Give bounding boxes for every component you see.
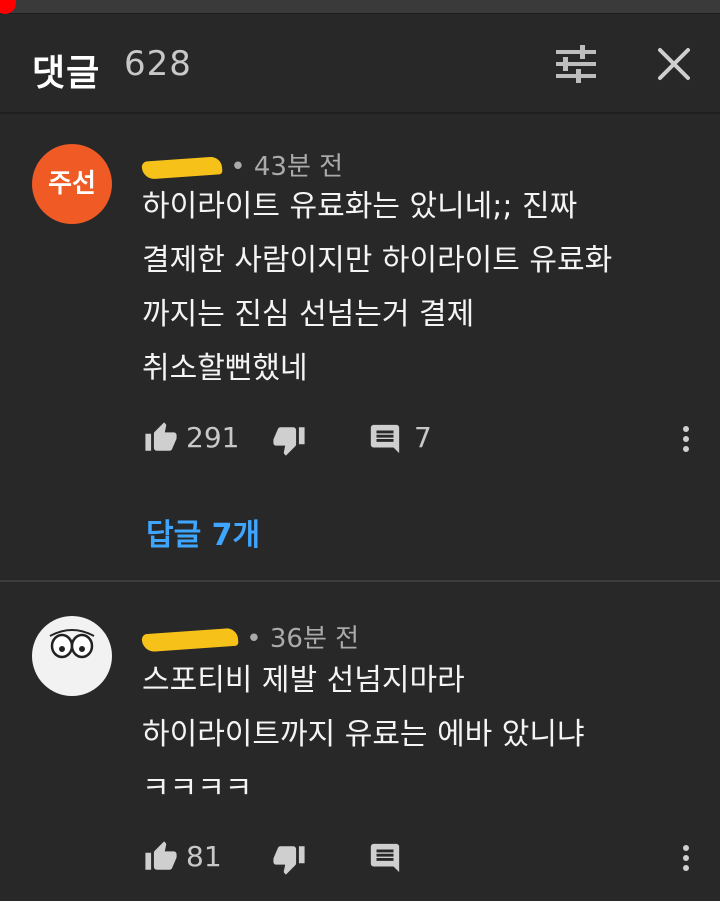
comment-actions: 291 7 — [140, 419, 700, 459]
reply-button[interactable] — [368, 838, 448, 878]
meta-separator: • — [230, 152, 254, 182]
like-button[interactable]: 291 — [140, 419, 240, 459]
author-name-redacted[interactable] — [141, 155, 223, 180]
header-title: 댓글 — [32, 53, 101, 94]
more-vert-icon — [683, 845, 689, 871]
like-count: 81 — [186, 840, 222, 873]
avatar[interactable] — [32, 616, 112, 696]
reply-button[interactable]: 7 — [368, 419, 448, 459]
more-options-button[interactable] — [676, 838, 696, 878]
comment-icon — [370, 424, 400, 454]
comment-icon — [370, 843, 400, 873]
view-replies-link[interactable]: 답글 7개 — [146, 510, 260, 554]
comment-body: 하이라이트 유료화는 았니네;; 진짜 결제한 사람이지만 하이라이트 유료화 … — [142, 189, 613, 386]
comment-item: • 36분 전 스포티비 제발 선넘지마라 하이라이트까지 유료는 에바 았니냐… — [0, 582, 720, 901]
more-options-button[interactable] — [676, 419, 696, 459]
video-player-strip — [0, 0, 720, 14]
more-vert-icon — [683, 426, 689, 452]
close-button[interactable] — [652, 42, 696, 86]
comment-meta: • 36분 전 — [141, 618, 360, 654]
comment-count: 628 — [124, 44, 192, 84]
author-name-redacted[interactable] — [141, 627, 239, 652]
progress-indicator[interactable] — [0, 0, 16, 14]
dislike-button[interactable] — [272, 838, 312, 878]
dislike-button[interactable] — [272, 419, 312, 459]
comment-body: 스포티비 제발 선넘지마라 하이라이트까지 유료는 에바 았니냐 ㅋㅋㅋㅋ — [142, 663, 585, 806]
comment-time: 43분 전 — [253, 152, 344, 182]
thumbs-down-icon — [273, 846, 305, 875]
meta-separator: • — [246, 624, 270, 654]
thumbs-up-icon — [145, 422, 177, 451]
sort-filter-button[interactable] — [554, 44, 598, 84]
thumbs-down-icon — [273, 427, 305, 456]
like-count: 291 — [186, 421, 240, 454]
comment-actions: 81 — [140, 838, 700, 878]
close-icon — [658, 48, 690, 80]
sliders-icon — [556, 45, 596, 83]
thumbs-up-icon — [145, 841, 177, 870]
reply-count: 7 — [414, 421, 432, 454]
like-button[interactable]: 81 — [140, 838, 240, 878]
cartoon-face-icon — [49, 629, 95, 659]
comment-meta: • 43분 전 — [141, 146, 344, 182]
comments-header: 댓글 628 — [0, 14, 720, 114]
avatar[interactable]: 주선 — [32, 144, 112, 224]
comment-item: 주선 • 43분 전 하이라이트 유료화는 았니네;; 진짜 결제한 사람이지만… — [0, 116, 720, 580]
comment-time: 36분 전 — [269, 624, 360, 654]
avatar-initials: 주선 — [48, 169, 96, 199]
